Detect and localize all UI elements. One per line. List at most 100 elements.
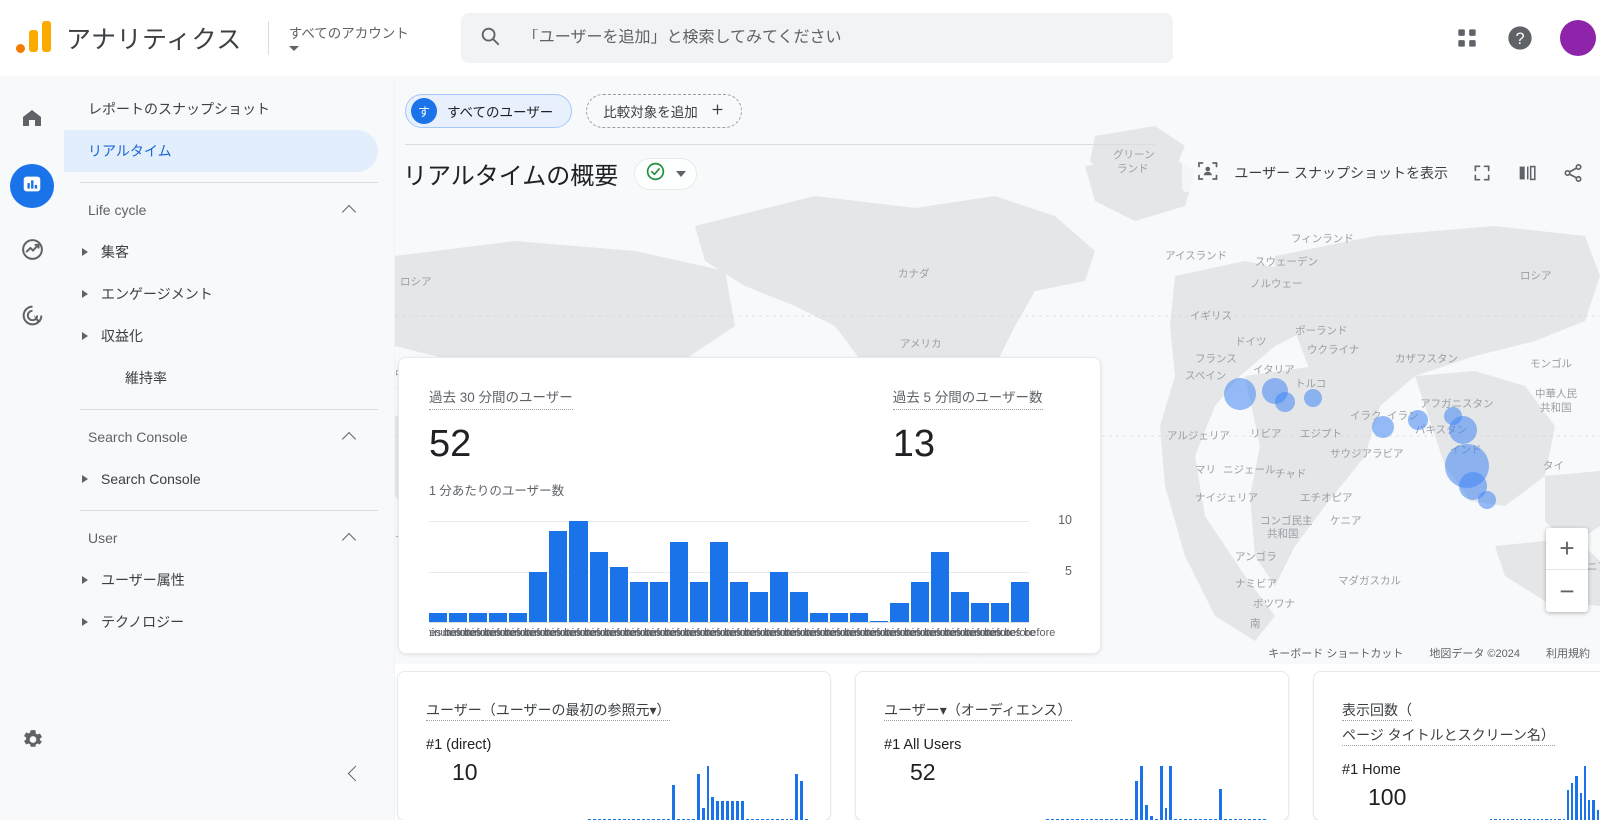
- map-user-bubble[interactable]: [1224, 378, 1256, 410]
- header-divider: [267, 21, 269, 55]
- map-user-bubble[interactable]: [1304, 389, 1322, 407]
- metric-label[interactable]: 過去 30 分間のユーザー: [429, 386, 573, 410]
- map-user-bubble[interactable]: [1478, 491, 1496, 509]
- rail-item-advertising[interactable]: [10, 296, 54, 340]
- chart-bar[interactable]: [709, 541, 728, 623]
- search-input[interactable]: [522, 29, 1155, 47]
- compare-button[interactable]: [1516, 162, 1538, 184]
- chart-bar[interactable]: [950, 592, 969, 623]
- map-zoom-in-button[interactable]: +: [1546, 528, 1588, 570]
- summary-card[interactable]: ユーザー（ユーザーの最初の参照元▾） #1 (direct) 10: [397, 671, 831, 820]
- plus-icon: [710, 102, 725, 120]
- sidebar-divider-1: [80, 182, 378, 183]
- sparkline-bar: [1149, 816, 1153, 820]
- keyboard-shortcuts-link[interactable]: キーボード ショートカット: [1268, 645, 1403, 661]
- chart-bar[interactable]: [1010, 582, 1029, 623]
- summary-card[interactable]: 表示回数（ ページ タイトルとスクリーン名） #1 Home 100: [1313, 671, 1600, 820]
- data-status-dropdown[interactable]: [634, 157, 698, 190]
- google-analytics-logo-icon: [14, 20, 58, 56]
- sidebar-group-label: Life cycle: [88, 202, 147, 218]
- summary-card-dimension[interactable]: 表示回数（: [1342, 702, 1412, 721]
- metric-row: 過去 30 分間のユーザー 52 過去 5 分間のユーザー数 13: [429, 386, 1070, 466]
- metric-label[interactable]: 過去 5 分間のユーザー数: [892, 386, 1043, 410]
- summary-card-dimension[interactable]: ユーザー▾: [884, 702, 947, 721]
- summary-card-rank: #1 All Users: [884, 737, 962, 753]
- sidebar-collapse-button[interactable]: [336, 756, 370, 790]
- account-picker-label: すべてのアカウント: [288, 25, 409, 41]
- sidebar-item-acquisition[interactable]: 集客: [64, 231, 394, 273]
- chart-bar[interactable]: [930, 551, 949, 623]
- summary-card-dimension[interactable]: （オーディエンス）: [946, 702, 1072, 721]
- chart-bar[interactable]: [689, 582, 708, 623]
- fullscreen-button[interactable]: [1472, 163, 1492, 183]
- summary-card-sparkline: [1046, 762, 1267, 820]
- sidebar-item-label: 維持率: [125, 370, 167, 386]
- chart-bar[interactable]: [589, 551, 608, 623]
- map-user-bubble[interactable]: [1372, 416, 1394, 438]
- chart-bar[interactable]: [669, 541, 688, 623]
- chart-bar[interactable]: [770, 572, 789, 623]
- advertising-target-icon: [20, 303, 45, 333]
- users-per-minute-chart[interactable]: 510 minutes beforeminutes beforeminutes …: [429, 511, 1072, 639]
- top-header: アナリティクス すべてのアカウント 「ユーザーを追加」と検索してみてください ?: [0, 0, 1600, 76]
- sidebar-item-engagement[interactable]: エンゲージメント: [64, 273, 394, 315]
- chart-bar[interactable]: [729, 582, 748, 623]
- sidebar-group-life-cycle[interactable]: Life cycle: [64, 189, 378, 231]
- chart-bar[interactable]: [910, 582, 929, 623]
- chart-bar[interactable]: [649, 582, 668, 623]
- sidebar-item-monetization[interactable]: 収益化: [64, 315, 394, 357]
- sidebar-divider-2: [80, 409, 378, 410]
- sidebar-item-tech[interactable]: テクノロジー: [64, 601, 394, 643]
- chart-bar[interactable]: [790, 592, 809, 623]
- sidebar-item-label: テクノロジー: [101, 614, 185, 630]
- share-button[interactable]: [1562, 162, 1584, 184]
- sidebar-item-realtime[interactable]: リアルタイム: [64, 130, 378, 172]
- sidebar-item-search-console[interactable]: Search Console: [64, 458, 394, 500]
- chart-bar[interactable]: [529, 572, 548, 623]
- summary-card-dimension[interactable]: （ユーザーの最初の参照元▾）: [481, 702, 671, 721]
- sidebar-item-demographics[interactable]: ユーザー属性: [64, 559, 394, 601]
- chart-bar[interactable]: [890, 602, 909, 623]
- sidebar-item-report-snapshot[interactable]: レポートのスナップショット: [64, 88, 378, 130]
- map-user-bubble[interactable]: [1408, 410, 1428, 430]
- sparkline-bar: [1575, 776, 1578, 820]
- sidebar-group-search-console[interactable]: Search Console: [64, 416, 378, 458]
- account-picker[interactable]: すべてのアカウント: [288, 25, 409, 51]
- sparkline-bar: [731, 800, 735, 820]
- chart-bar[interactable]: [549, 531, 568, 623]
- map-zoom-out-button[interactable]: −: [1546, 570, 1588, 612]
- chart-bar[interactable]: [609, 567, 628, 623]
- sidebar-group-user[interactable]: User: [64, 517, 378, 559]
- apps-grid-icon[interactable]: [1454, 25, 1480, 51]
- chart-bar[interactable]: [990, 602, 1009, 623]
- sparkline-bar: [1134, 781, 1138, 820]
- brand-title: アナリティクス: [66, 26, 242, 54]
- rail-item-settings[interactable]: [10, 720, 54, 764]
- summary-card-sparkline: [1490, 762, 1600, 820]
- map-user-bubble[interactable]: [1275, 392, 1295, 412]
- terms-link[interactable]: 利用規約: [1546, 645, 1590, 661]
- user-avatar[interactable]: [1560, 20, 1596, 56]
- chip-all-users[interactable]: す すべてのユーザー: [405, 94, 573, 128]
- summary-card[interactable]: ユーザー▾（オーディエンス） #1 All Users 52: [855, 671, 1289, 820]
- chip-add-comparison[interactable]: 比較対象を追加: [586, 94, 742, 128]
- map-user-bubble[interactable]: [1449, 416, 1477, 444]
- help-icon[interactable]: ?: [1506, 24, 1534, 52]
- user-snapshot-button[interactable]: ユーザー スナップショットを表示: [1196, 159, 1448, 188]
- summary-card-dimension[interactable]: ページ タイトルとスクリーン名）: [1342, 727, 1555, 746]
- rail-item-reports[interactable]: [10, 164, 54, 208]
- chart-bar[interactable]: [569, 521, 588, 623]
- rail-item-home[interactable]: [10, 98, 54, 142]
- expand-arrow-icon: [82, 475, 88, 483]
- sidebar-item-retention[interactable]: 維持率: [64, 357, 394, 399]
- summary-card-dimension[interactable]: ユーザー: [426, 702, 482, 721]
- chart-bar[interactable]: [629, 582, 648, 623]
- chart-bar[interactable]: [970, 602, 989, 623]
- chart-bar[interactable]: [750, 592, 769, 623]
- metric-value: 52: [429, 423, 472, 465]
- rail-item-explore[interactable]: [10, 230, 54, 274]
- summary-card-title: ユーザー（ユーザーの最初の参照元▾）: [426, 698, 830, 723]
- gear-icon: [20, 727, 45, 757]
- search-icon: [479, 25, 501, 52]
- search-bar[interactable]: [460, 13, 1173, 63]
